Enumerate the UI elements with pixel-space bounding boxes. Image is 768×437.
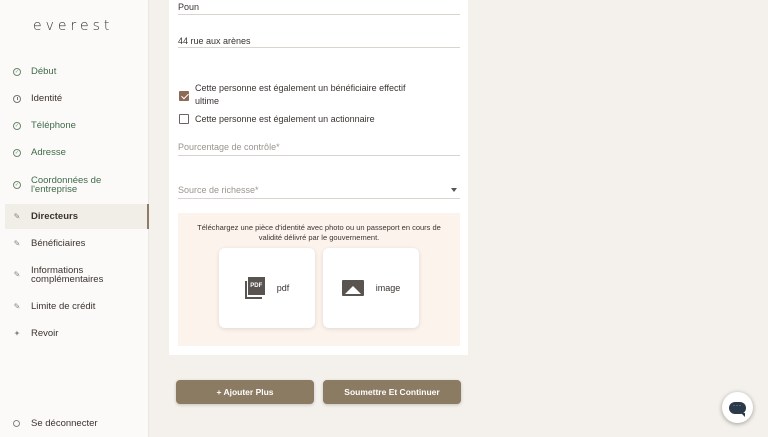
image-icon [341,280,364,296]
sidebar-item-telephone[interactable]: ✓ Téléphone [5,113,149,138]
sidebar-item-limite-credit[interactable]: ✎ Limite de crédit [5,294,149,319]
sidebar-item-label: Début [31,65,57,77]
pencil-icon: ✎ [13,270,21,279]
sidebar-item-directeurs[interactable]: ✎ Directeurs [5,204,149,229]
sidebar-item-label-line2: complémentaires [31,274,104,285]
upload-instructions-line1: Téléchargez une pièce d'identité avec ph… [197,223,441,232]
pencil-icon: ✎ [13,211,21,221]
field-underline [178,198,460,199]
upload-instructions-line2: validité délivré par le gouvernement. [258,233,380,242]
upload-image-button[interactable]: image [323,248,419,328]
beneficiary-checkbox-label-line2: ultime [195,96,220,106]
sidebar-item-label: Adresse [31,146,66,158]
logout-icon [13,420,20,427]
add-more-button[interactable]: + Ajouter Plus [176,380,314,404]
wealth-source-select[interactable]: Source de richesse* [178,185,259,195]
clock-icon [13,94,21,103]
document-upload-zone: Téléchargez une pièce d'identité avec ph… [178,213,460,346]
sidebar-item-label: Limite de crédit [31,300,96,312]
sidebar-item-adresse[interactable]: ✓ Adresse [5,140,149,165]
control-percentage-input[interactable]: Pourcentage de contrôle* [178,142,280,152]
sidebar-item-revoir[interactable]: ✦ Revoir [5,321,149,346]
address-field[interactable]: 44 rue aux arènes [178,36,251,46]
logo: everest [33,18,114,34]
check-circle-icon: ✓ [13,148,21,157]
chevron-down-icon[interactable] [451,188,457,192]
sidebar: everest ✓ Début Identité ✓ Téléphone ✓ A… [0,0,149,437]
sidebar-item-label-line2: l'entreprise [31,184,78,195]
chat-bubble-icon: ··· [729,401,746,417]
sidebar-item-coordonnees[interactable]: ✓ Coordonnées de l'entreprise [5,170,149,200]
shareholder-checkbox-label: Cette personne est également un actionna… [195,114,375,124]
check-circle-icon: ✓ [13,181,21,189]
logout-link[interactable]: Se déconnecter [31,419,98,429]
sidebar-item-label: Téléphone [31,119,76,131]
sidebar-item-beneficiaires[interactable]: ✎ Bénéficiaires [5,231,149,256]
director-form-card: Poun 44 rue aux arènes Cette personne es… [169,0,468,355]
last-name-field[interactable]: Poun [178,2,199,12]
submit-continue-button[interactable]: Soumettre Et Continuer [323,380,461,404]
sidebar-item-informations[interactable]: ✎ Informations complémentaires [5,260,149,290]
check-circle-icon: ✓ [13,67,21,76]
sidebar-item-label: Directeurs [31,210,78,222]
beneficiary-checkbox-label-line1: Cette personne est également un bénéfici… [195,83,406,93]
review-icon: ✦ [13,328,21,338]
beneficiary-checkbox[interactable] [179,91,189,101]
field-underline [178,47,460,48]
upload-pdf-button[interactable]: PDF pdf [219,248,315,328]
field-underline [178,14,460,15]
pdf-icon: PDF [244,277,265,299]
sidebar-item-label: Revoir [31,327,59,339]
upload-image-label: image [375,283,401,293]
upload-instructions: Téléchargez une pièce d'identité avec ph… [178,223,460,243]
sidebar-item-label: Identité [31,92,63,104]
field-underline [178,155,460,156]
check-circle-icon: ✓ [13,121,21,130]
sidebar-item-debut[interactable]: ✓ Début [5,59,149,84]
sidebar-item-identite[interactable]: Identité [5,86,149,111]
pencil-icon: ✎ [13,301,21,311]
shareholder-checkbox[interactable] [179,114,189,124]
sidebar-item-label: Bénéficiaires [31,237,86,249]
pencil-icon: ✎ [13,238,21,248]
chat-widget-button[interactable]: ··· [722,392,753,423]
upload-pdf-label: pdf [276,283,290,293]
